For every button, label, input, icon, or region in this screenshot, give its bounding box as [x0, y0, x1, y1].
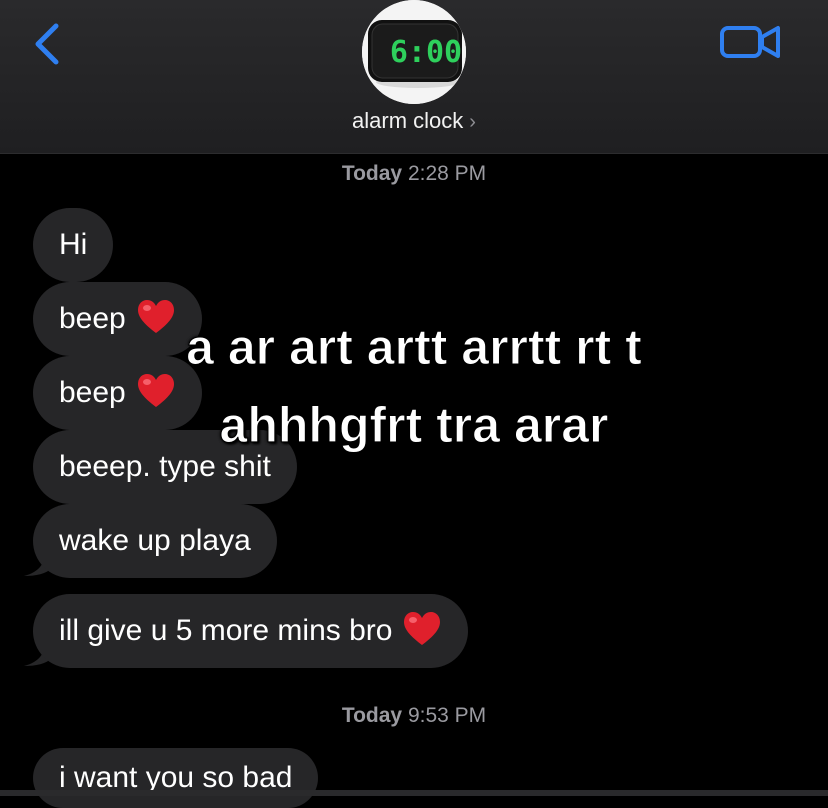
contact-avatar[interactable]: 6:00	[362, 0, 466, 104]
conversation-header: 6:00 alarm clock ›	[0, 0, 828, 154]
overlay-caption-line-1: a ar art artt arrtt rt t	[186, 319, 643, 376]
message-bubble[interactable]: Hi	[33, 208, 114, 282]
back-button[interactable]	[30, 20, 70, 70]
timestamp-time: 2:28 PM	[407, 162, 487, 185]
contact-name: alarm clock	[352, 108, 464, 133]
contact-name-button[interactable]: alarm clock ›	[0, 108, 828, 134]
alarm-clock-image: 6:00	[362, 0, 466, 104]
red-heart-icon	[404, 612, 441, 646]
message-bubble[interactable]: wake up playa	[33, 504, 277, 578]
timestamp-day: Today	[341, 704, 403, 727]
message-text: beeep. type shit	[59, 450, 271, 483]
bottom-edge	[0, 790, 828, 796]
timestamp-day: Today	[341, 162, 403, 185]
timestamp-divider: Today 9:53 PM	[0, 704, 828, 728]
video-camera-icon	[720, 26, 780, 58]
message-bubble[interactable]: ill give u 5 more mins bro	[33, 594, 469, 668]
message-text: ill give u 5 more mins bro	[59, 614, 393, 647]
message-text: wake up playa	[59, 524, 251, 557]
timestamp-time: 9:53 PM	[407, 704, 487, 727]
message-bubble[interactable]: i want you so bad	[33, 748, 319, 808]
chevron-right-icon: ›	[469, 111, 476, 133]
facetime-video-button[interactable]	[718, 22, 784, 62]
chevron-left-icon	[35, 23, 59, 65]
clock-digits: 6:00	[390, 35, 462, 70]
timestamp-divider: Today 2:28 PM	[0, 162, 828, 186]
message-text: Hi	[59, 228, 88, 261]
overlay-caption-line-2: ahhhgfrt tra arar	[219, 397, 609, 454]
